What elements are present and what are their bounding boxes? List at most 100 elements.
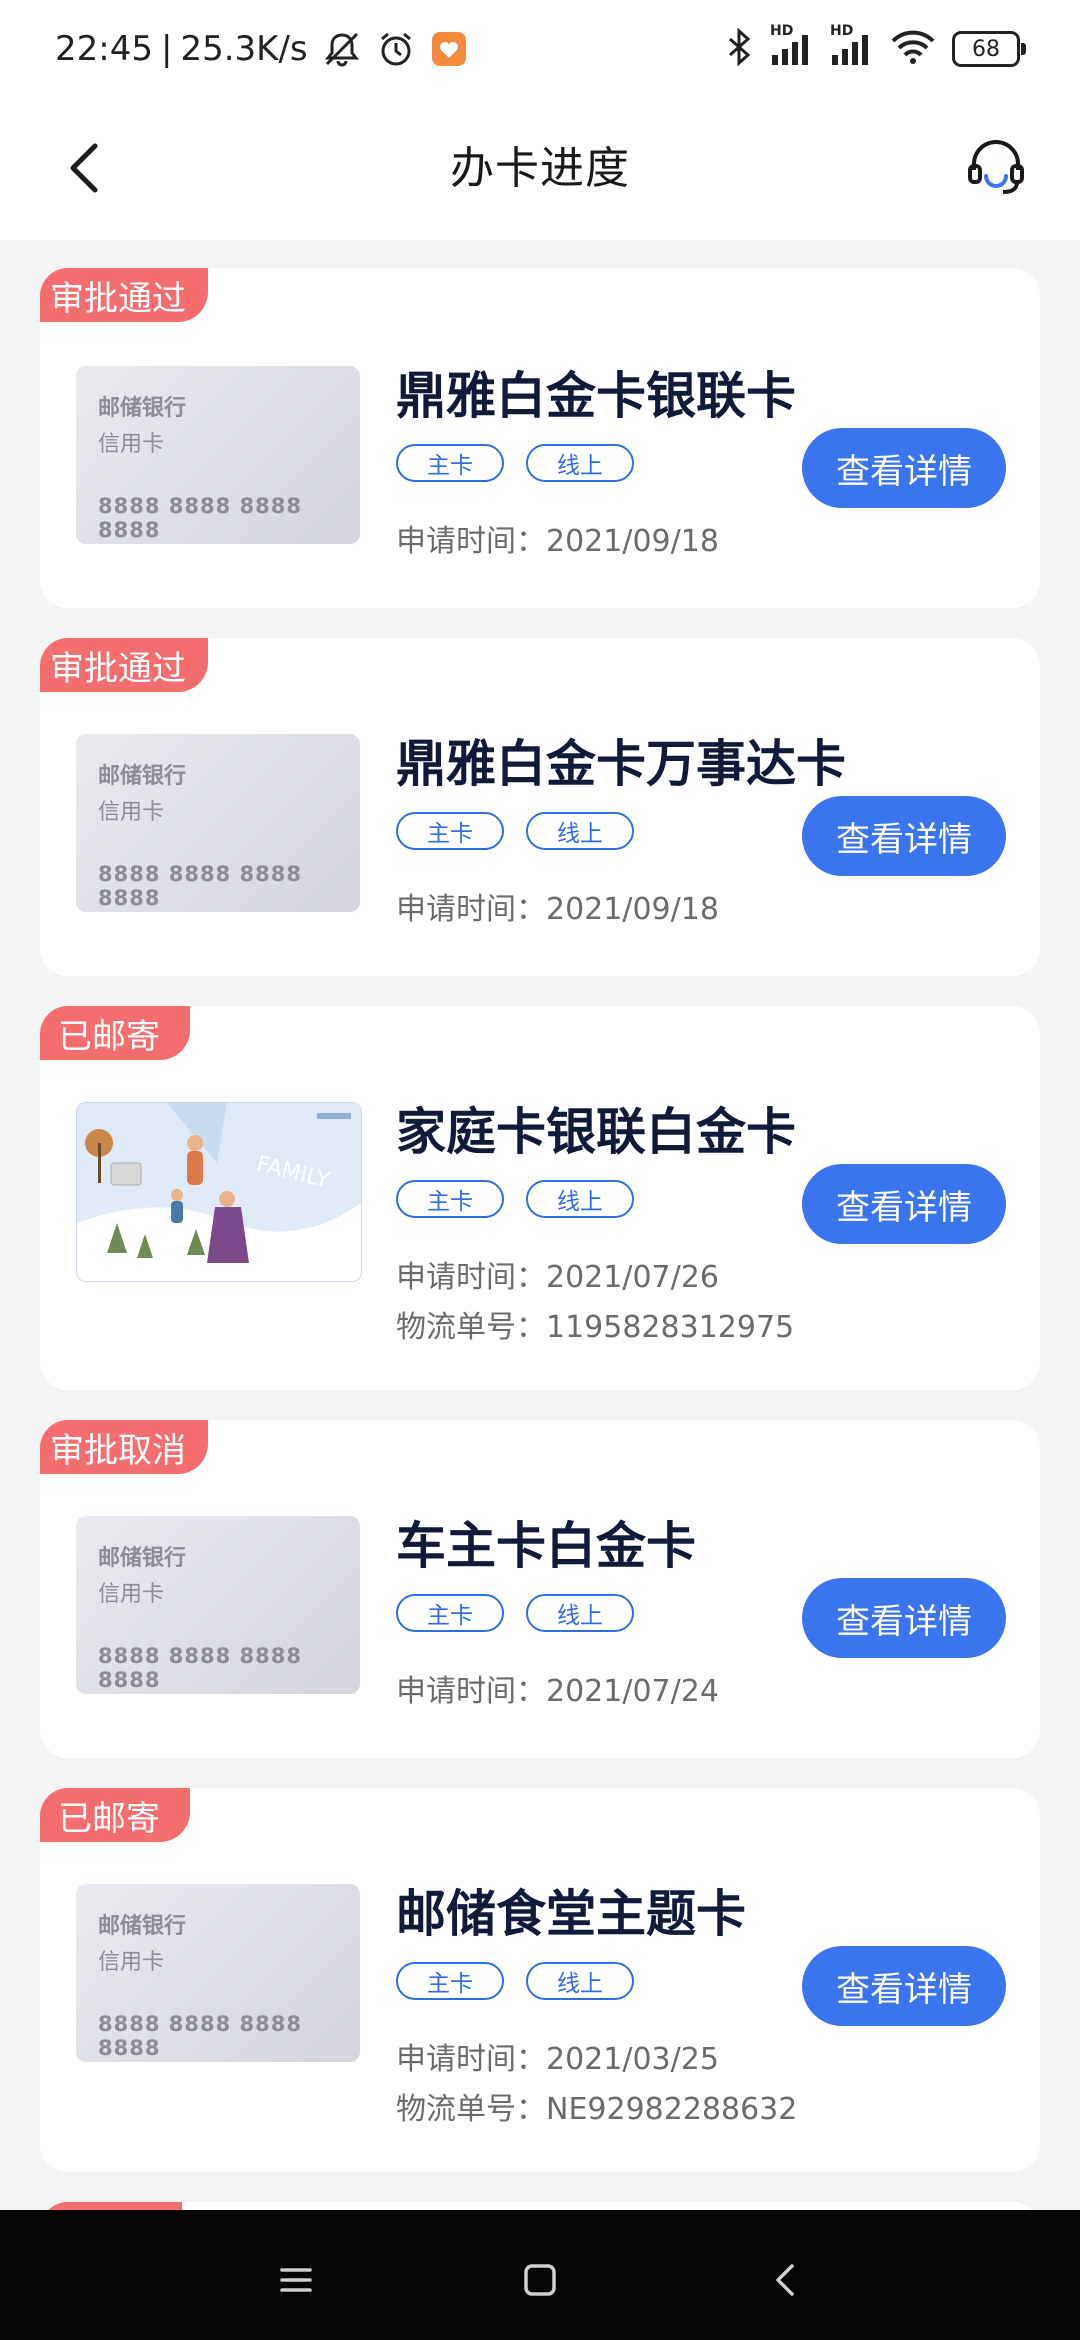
card-image-number: 8888 8888 8888 8888 bbox=[98, 1644, 302, 1692]
card-image: 邮储银行 信用卡 8888 8888 8888 8888 bbox=[76, 1516, 360, 1694]
back-icon bbox=[776, 2264, 794, 2296]
list-item[interactable]: 审批通过 邮储银行 信用卡 8888 8888 8888 8888 鼎雅白金卡万… bbox=[40, 638, 1040, 976]
apply-time-value: 2021/09/18 bbox=[546, 524, 719, 559]
status-separator: | bbox=[160, 29, 173, 69]
system-back-button[interactable] bbox=[756, 2250, 816, 2310]
apply-time-value: 2021/09/18 bbox=[546, 892, 719, 927]
card-image-bank: 邮储银行 bbox=[98, 1914, 187, 1939]
list-item[interactable]: 已邮寄 FAMILY 家庭卡银联白金卡 主卡 线上 申请时间：2021/07/2… bbox=[40, 1006, 1040, 1390]
card-image-type: 信用卡 bbox=[98, 432, 165, 457]
status-badge: 审批通过 bbox=[40, 638, 208, 692]
battery-icon: 68 bbox=[952, 31, 1026, 67]
apply-time-value: 2021/07/24 bbox=[546, 1674, 719, 1709]
status-badge: 已邮寄 bbox=[40, 1006, 190, 1060]
signal-hd-label: HD bbox=[830, 23, 854, 39]
logistics-number: 物流单号：1195828312975 bbox=[396, 1302, 794, 1346]
card-image-type: 信用卡 bbox=[98, 800, 165, 825]
menu-button[interactable] bbox=[266, 2250, 326, 2310]
customer-service-icon bbox=[968, 140, 1024, 194]
status-badge: 已邮寄 bbox=[40, 1788, 190, 1842]
status-left: 22:45 | 25.3K/s bbox=[55, 24, 468, 74]
tag-primary-card: 主卡 bbox=[396, 1962, 504, 2000]
card-image-bank: 邮储银行 bbox=[98, 396, 187, 421]
card-image-bank: 邮储银行 bbox=[98, 764, 187, 789]
card-tags: 主卡 线上 bbox=[396, 1180, 634, 1218]
menu-icon bbox=[280, 2268, 312, 2292]
apply-time-label: 申请时间： bbox=[396, 2042, 546, 2077]
status-time: 22:45 bbox=[55, 29, 153, 69]
view-details-button[interactable]: 查看详情 bbox=[802, 1946, 1006, 2026]
logistics-number: 物流单号：NE92982288632 bbox=[396, 2084, 797, 2128]
family-card-art: FAMILY bbox=[77, 1103, 361, 1281]
signal-hd-label: HD bbox=[770, 23, 794, 39]
home-button[interactable] bbox=[510, 2250, 570, 2310]
battery-level: 68 bbox=[972, 36, 1000, 62]
logistics-label: 物流单号： bbox=[396, 2092, 546, 2127]
card-name: 鼎雅白金卡银联卡 bbox=[396, 367, 796, 425]
tag-primary-card: 主卡 bbox=[396, 812, 504, 850]
card-image-type: 信用卡 bbox=[98, 1950, 165, 1975]
card-image-type: 信用卡 bbox=[98, 1582, 165, 1607]
logistics-value: NE92982288632 bbox=[546, 2092, 798, 2127]
list-item[interactable]: 已邮寄 邮储银行 信用卡 8888 8888 8888 8888 邮储食堂主题卡… bbox=[40, 1788, 1040, 2172]
page-title: 办卡进度 bbox=[450, 143, 630, 194]
tag-primary-card: 主卡 bbox=[396, 1594, 504, 1632]
card-tags: 主卡 线上 bbox=[396, 812, 634, 850]
apply-time: 申请时间：2021/03/25 bbox=[396, 2034, 719, 2078]
tag-online: 线上 bbox=[526, 444, 634, 482]
card-name: 邮储食堂主题卡 bbox=[396, 1885, 746, 1943]
list-item[interactable]: 审批通过 邮储银行 信用卡 8888 8888 8888 8888 鼎雅白金卡银… bbox=[40, 268, 1040, 608]
signal-icon: HD bbox=[830, 23, 874, 69]
tag-online: 线上 bbox=[526, 812, 634, 850]
card-tags: 主卡 线上 bbox=[396, 444, 634, 482]
view-details-button[interactable]: 查看详情 bbox=[802, 1164, 1006, 1244]
wifi-icon bbox=[890, 27, 936, 71]
view-details-button[interactable]: 查看详情 bbox=[802, 796, 1006, 876]
status-net-speed: 25.3K/s bbox=[180, 29, 308, 69]
card-name: 鼎雅白金卡万事达卡 bbox=[396, 735, 846, 793]
card-image: 邮储银行 信用卡 8888 8888 8888 8888 bbox=[76, 1884, 360, 2062]
tag-online: 线上 bbox=[526, 1180, 634, 1218]
card-tags: 主卡 线上 bbox=[396, 1594, 634, 1632]
card-image-number: 8888 8888 8888 8888 bbox=[98, 2012, 302, 2060]
apply-time-label: 申请时间： bbox=[396, 1260, 546, 1295]
home-icon bbox=[524, 2264, 556, 2296]
family-card-image: FAMILY bbox=[76, 1102, 362, 1282]
signal-icon: HD bbox=[770, 23, 814, 69]
card-image-number: 8888 8888 8888 8888 bbox=[98, 862, 302, 910]
tag-online: 线上 bbox=[526, 1594, 634, 1632]
app-header: 办卡进度 bbox=[0, 96, 1080, 240]
apply-time-label: 申请时间： bbox=[396, 1674, 546, 1709]
status-bar: 22:45 | 25.3K/s HD HD 68 bbox=[0, 0, 1080, 96]
apply-time: 申请时间：2021/09/18 bbox=[396, 516, 719, 560]
tag-online: 线上 bbox=[526, 1962, 634, 2000]
card-name: 家庭卡银联白金卡 bbox=[396, 1103, 796, 1161]
system-nav-bar bbox=[0, 2210, 1080, 2340]
status-right: HD HD 68 bbox=[724, 23, 1026, 74]
apply-time-value: 2021/07/26 bbox=[546, 1260, 719, 1295]
card-image-number: 8888 8888 8888 8888 bbox=[98, 494, 302, 542]
apply-time-label: 申请时间： bbox=[396, 524, 546, 559]
apply-time-label: 申请时间： bbox=[396, 892, 546, 927]
apply-time: 申请时间：2021/07/24 bbox=[396, 1666, 719, 1710]
card-name: 车主卡白金卡 bbox=[396, 1517, 696, 1575]
card-image-bank: 邮储银行 bbox=[98, 1546, 187, 1571]
view-details-button[interactable]: 查看详情 bbox=[802, 428, 1006, 508]
card-image: 邮储银行 信用卡 8888 8888 8888 8888 bbox=[76, 734, 360, 912]
card-image: 邮储银行 信用卡 8888 8888 8888 8888 bbox=[76, 366, 360, 544]
app-notification-icon bbox=[430, 30, 468, 68]
status-badge: 审批通过 bbox=[40, 268, 208, 322]
apply-time-value: 2021/03/25 bbox=[546, 2042, 719, 2077]
view-details-button[interactable]: 查看详情 bbox=[802, 1578, 1006, 1658]
customer-service-button[interactable] bbox=[946, 118, 1046, 218]
status-badge: 审批取消 bbox=[40, 1420, 208, 1474]
tag-primary-card: 主卡 bbox=[396, 444, 504, 482]
alarm-icon bbox=[376, 29, 416, 69]
tag-primary-card: 主卡 bbox=[396, 1180, 504, 1218]
card-tags: 主卡 线上 bbox=[396, 1962, 634, 2000]
logistics-label: 物流单号： bbox=[396, 1310, 546, 1345]
mute-icon bbox=[322, 29, 362, 69]
list-item[interactable]: 审批取消 邮储银行 信用卡 8888 8888 8888 8888 车主卡白金卡… bbox=[40, 1420, 1040, 1758]
application-list: 审批通过 邮储银行 信用卡 8888 8888 8888 8888 鼎雅白金卡银… bbox=[40, 268, 1040, 2292]
apply-time: 申请时间：2021/07/26 bbox=[396, 1252, 719, 1296]
